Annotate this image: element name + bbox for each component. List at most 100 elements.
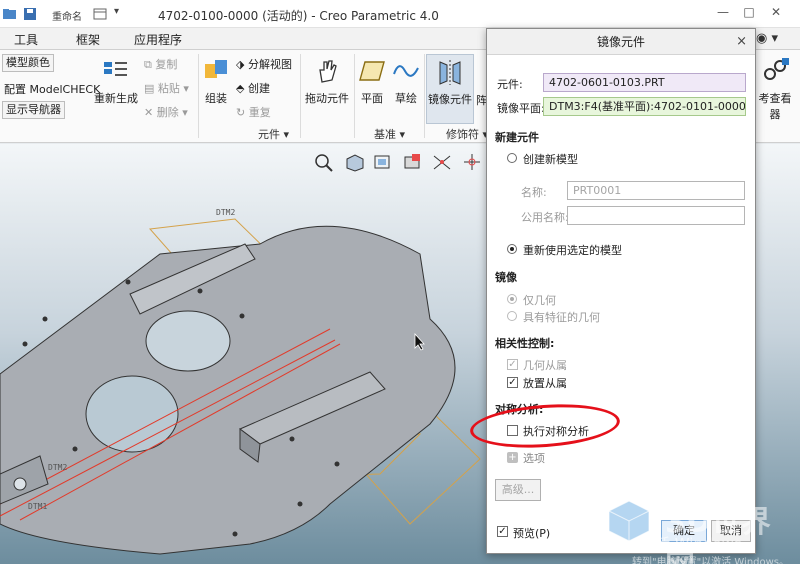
paste-button[interactable]: ▤ 粘贴 ▾ — [144, 80, 189, 96]
base-plate[interactable] — [0, 225, 456, 555]
bracket-hole — [13, 477, 27, 491]
delete-label: 删除 — [156, 106, 179, 119]
datum-label-dtm2: DTM2 — [216, 208, 235, 217]
geometry-with-features-radio[interactable] — [507, 311, 517, 321]
placement-dependent-checkbox[interactable]: ✓ — [507, 377, 518, 388]
drag-hand-icon — [319, 60, 337, 83]
component-label: 元件: — [497, 78, 523, 91]
mirror-plane-label: 镜像平面: — [497, 102, 545, 115]
symmetry-analysis-checkbox[interactable] — [507, 425, 518, 436]
preview-label: 预览(P) — [513, 527, 551, 540]
activate-windows-hint: 转到"电脑设置"以激活 Windows。 — [632, 557, 790, 564]
geometry-only-label: 仅几何 — [523, 294, 556, 307]
datum-group-label[interactable]: 基准 ▾ — [374, 126, 405, 142]
preview-checkbox[interactable]: ✓ — [497, 526, 508, 537]
reference-viewer-icon — [764, 58, 789, 80]
plane-button[interactable]: 平面 — [354, 54, 390, 106]
assemble-button[interactable]: 组装 — [198, 54, 234, 106]
create-icon: ⬘ — [236, 82, 248, 95]
drag-components-label: 拖动元件 — [305, 92, 349, 105]
components-group-label[interactable]: 元件 ▾ — [258, 126, 289, 142]
explode-view-label: 分解视图 — [247, 58, 292, 71]
save-icon[interactable] — [22, 6, 38, 22]
sketch-button[interactable]: 草绘 — [388, 54, 424, 106]
delete-icon: ✕ — [144, 106, 157, 119]
model-color-button[interactable]: 模型颜色 — [2, 54, 54, 72]
tab-tools[interactable]: 工具 — [4, 30, 48, 50]
common-name-label: 公用名称: — [521, 211, 569, 224]
geometry-only-radio[interactable] — [507, 294, 517, 304]
help-icon[interactable]: ◉ ▾ — [756, 31, 778, 46]
reference-viewer-button[interactable]: 考查看 器 — [752, 54, 798, 122]
rename-button[interactable]: 重命名 — [52, 8, 82, 23]
tab-framework[interactable]: 框架 — [66, 30, 110, 50]
dialog-title: 镜像元件 — [487, 29, 755, 55]
geometry-dependent-checkbox[interactable]: ✓ — [507, 359, 518, 370]
dialog-close-icon[interactable]: × — [736, 34, 747, 49]
mirror-component-button[interactable]: 镜像元件 — [426, 54, 474, 124]
assemble-icon — [205, 60, 227, 78]
placement-dependent-label: 放置从属 — [523, 377, 567, 390]
ribbon-separator — [300, 54, 301, 138]
upper-hole[interactable] — [145, 310, 231, 372]
symmetry-analysis-label: 执行对称分析 — [523, 425, 589, 438]
reference-viewer-label: 考查看 — [758, 92, 792, 105]
expand-options-icon[interactable]: + — [507, 452, 518, 463]
modifiers-group-label[interactable]: 修饰符 ▾ — [446, 126, 488, 142]
regenerate-button[interactable]: 重新生成 — [94, 54, 138, 106]
mirror-plane-field[interactable]: DTM3:F4(基准平面):4702-0101-0000 — [543, 97, 746, 116]
tab-applications[interactable]: 应用程序 — [124, 30, 192, 50]
folder-icon[interactable] — [2, 6, 18, 22]
copy-button[interactable]: ⧉ 复制 — [144, 56, 177, 72]
create-button[interactable]: ⬘ 创建 — [236, 80, 270, 96]
copy-icon: ⧉ — [144, 58, 156, 71]
show-navigator-button[interactable]: 显示导航器 — [2, 101, 65, 119]
datum-label-dtm1: DTM1 — [28, 502, 47, 511]
name-label: 名称: — [521, 186, 547, 199]
common-name-field[interactable] — [567, 206, 745, 225]
advanced-button[interactable]: 高级... — [495, 479, 541, 501]
plane-label: 平面 — [361, 92, 383, 105]
mirror-component-icon — [439, 60, 461, 85]
create-label: 创建 — [247, 82, 270, 95]
symmetry-section: 对称分析: — [495, 403, 544, 416]
repeat-label: 重复 — [248, 106, 271, 119]
delete-button[interactable]: ✕ 删除 ▾ — [144, 104, 188, 120]
maximize-button[interactable]: □ — [738, 5, 760, 23]
config-modelcheck-button[interactable]: 配置 ModelCHECK — [4, 81, 100, 97]
window-icon[interactable] — [92, 6, 108, 22]
window-title: 4702-0100-0000 (活动的) - Creo Parametric 4… — [158, 9, 439, 23]
options-label[interactable]: 选项 — [523, 450, 545, 466]
close-window-button[interactable]: ✕ — [765, 5, 787, 23]
drag-components-button[interactable]: 拖动元件 — [302, 54, 352, 106]
ribbon-separator — [424, 54, 425, 138]
component-field[interactable]: 4702-0601-0103.PRT — [543, 73, 746, 92]
sketch-label: 草绘 — [395, 92, 417, 105]
geometry-with-features-label: 具有特征的几何 — [523, 311, 600, 324]
plane-icon — [359, 61, 385, 81]
mirror-section: 镜像 — [495, 271, 517, 284]
new-component-section: 新建元件 — [495, 131, 539, 144]
title-bar: 重命名 ▾ 4702-0100-0000 (活动的) - Creo Parame… — [0, 0, 800, 28]
create-new-model-label: 创建新模型 — [523, 153, 578, 166]
mirror-component-dialog: 镜像元件 × 元件: 4702-0601-0103.PRT 镜像平面: DTM3… — [486, 28, 756, 554]
repeat-icon: ↻ — [236, 106, 249, 119]
reuse-model-radio[interactable] — [507, 244, 517, 254]
paste-label: 粘贴 — [157, 82, 180, 95]
watermark: 3D世界网 激活 Windows 转到"电脑设置"以激活 Windows。 — [600, 495, 800, 564]
datum-label-dtm2-lower: DTM2 — [48, 463, 67, 472]
explode-view-button[interactable]: ⬗ 分解视图 — [236, 56, 292, 72]
dependency-section: 相关性控制: — [495, 337, 555, 350]
minimize-button[interactable]: — — [712, 5, 734, 23]
mirror-component-label: 镜像元件 — [428, 93, 472, 106]
sketch-icon — [393, 65, 419, 77]
create-new-model-radio[interactable] — [507, 153, 517, 163]
regenerate-label: 重新生成 — [94, 92, 138, 105]
paste-icon: ▤ — [144, 82, 158, 95]
reuse-model-label: 重新使用选定的模型 — [523, 244, 622, 257]
activate-windows-text: 激活 Windows — [640, 535, 742, 553]
name-field[interactable]: PRT0001 — [567, 181, 745, 200]
repeat-button[interactable]: ↻ 重复 — [236, 104, 271, 120]
mouse-cursor-icon — [414, 333, 425, 351]
qa-dropdown-icon[interactable]: ▾ — [114, 6, 119, 17]
